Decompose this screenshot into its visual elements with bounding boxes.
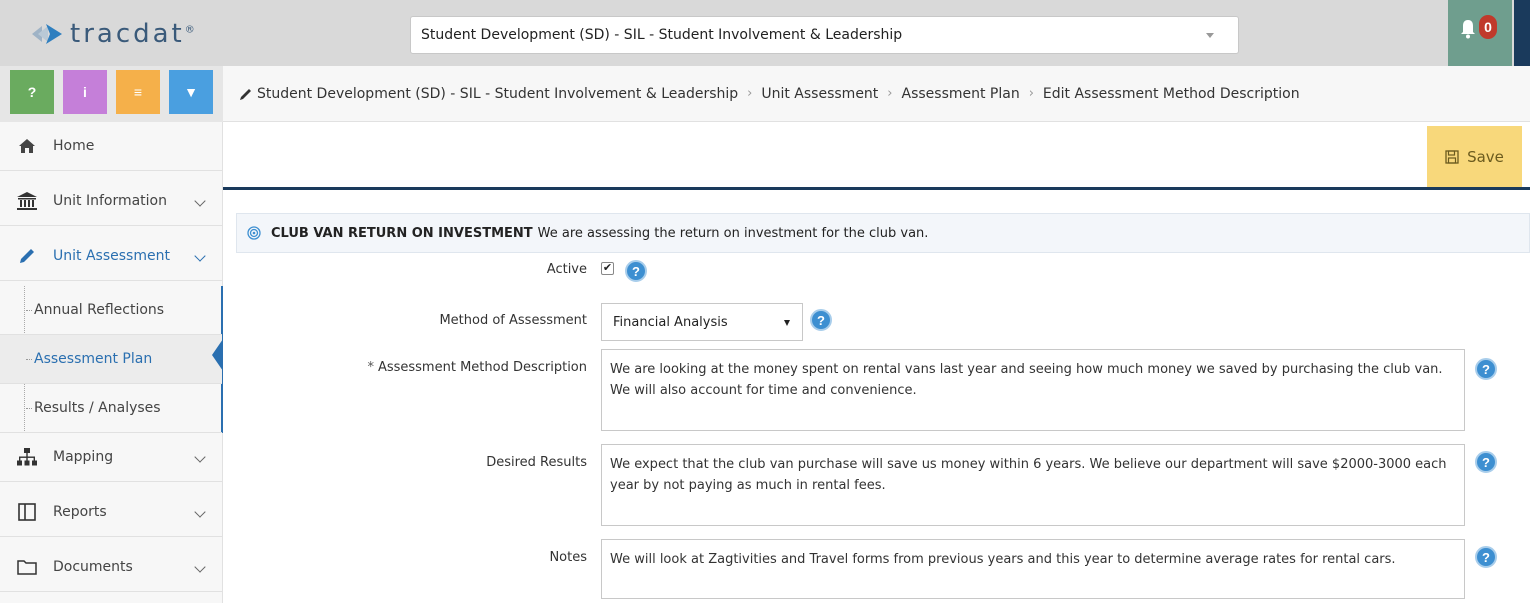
assessment-method-header: CLUB VAN RETURN ON INVESTMENT We are ass… xyxy=(236,213,1530,253)
sidebar-item-home[interactable]: Home xyxy=(0,122,222,171)
active-label: Active xyxy=(546,262,587,277)
breadcrumb-item-assessment-plan[interactable]: Assessment Plan xyxy=(902,86,1020,102)
chevron-down-icon xyxy=(194,250,206,262)
institution-icon xyxy=(16,190,38,212)
tree-branch xyxy=(26,310,32,311)
sidebar: ? i ≡ ▼ Home Unit Information Unit Asses… xyxy=(0,66,223,603)
description-help-icon[interactable]: ? xyxy=(1475,358,1497,380)
breadcrumb-item-unit-assessment[interactable]: Unit Assessment xyxy=(761,86,878,102)
method-of-assessment-label: Method of Assessment xyxy=(439,313,587,328)
method-name: CLUB VAN RETURN ON INVESTMENT xyxy=(271,225,533,241)
method-of-assessment-value: Financial Analysis xyxy=(613,314,728,330)
active-help-icon[interactable]: ? xyxy=(625,260,647,282)
chevron-down-icon xyxy=(194,451,206,463)
unit-selector-value: Student Development (SD) - SIL - Student… xyxy=(421,27,903,43)
chevron-right-icon: › xyxy=(887,86,893,101)
tracdat-logo-icon xyxy=(32,24,62,44)
chevron-down-icon xyxy=(1206,33,1214,38)
unit-selector-dropdown[interactable]: Student Development (SD) - SIL - Student… xyxy=(410,16,1239,54)
columns-icon xyxy=(16,501,38,523)
sidebar-item-label: Unit Information xyxy=(53,193,167,209)
pencil-icon xyxy=(16,245,38,267)
pencil-icon xyxy=(240,88,251,100)
folder-icon xyxy=(16,556,38,578)
method-help-icon[interactable]: ? xyxy=(810,309,832,331)
chevron-right-icon: › xyxy=(747,86,753,101)
notifications-button[interactable]: 0 xyxy=(1448,0,1512,66)
chevron-down-icon xyxy=(194,195,206,207)
notes-textarea[interactable]: We will look at Zagtivities and Travel f… xyxy=(601,539,1465,599)
sidebar-item-documents[interactable]: Documents xyxy=(0,543,222,592)
assessment-method-description-textarea[interactable]: We are looking at the money spent on ren… xyxy=(601,349,1465,431)
breadcrumb: Student Development (SD) - SIL - Student… xyxy=(223,66,1530,122)
sidebar-item-label: Unit Assessment xyxy=(53,248,170,264)
desired-results-textarea[interactable]: We expect that the club van purchase wil… xyxy=(601,444,1465,526)
help-quick-button[interactable]: ? xyxy=(10,70,54,114)
sidebar-item-label: Reports xyxy=(53,504,107,520)
save-button-label: Save xyxy=(1467,147,1504,166)
bell-icon xyxy=(1461,20,1475,39)
sidebar-item-label: Results / Analyses xyxy=(34,400,161,416)
desired-results-label: Desired Results xyxy=(486,455,587,470)
sidebar-subitem-results-analyses[interactable]: Results / Analyses xyxy=(0,384,222,433)
sidebar-item-unit-assessment[interactable]: Unit Assessment xyxy=(0,232,222,281)
method-of-assessment-select[interactable]: Financial Analysis xyxy=(601,303,803,341)
chevron-right-icon: › xyxy=(1028,86,1034,101)
sidebar-item-label: Home xyxy=(53,138,95,154)
notification-count-badge: 0 xyxy=(1479,15,1497,39)
label-text: Assessment Method Description xyxy=(377,360,587,375)
bullseye-icon xyxy=(247,226,261,240)
info-quick-button[interactable]: i xyxy=(63,70,107,114)
logo-text: tracdat® xyxy=(70,19,195,49)
required-marker: * xyxy=(367,360,374,375)
save-button[interactable]: Save xyxy=(1427,126,1522,187)
filter-quick-button[interactable]: ▼ xyxy=(169,70,213,114)
sidebar-item-label: Documents xyxy=(53,559,133,575)
sidebar-subitem-annual-reflections[interactable]: Annual Reflections xyxy=(0,286,222,335)
floppy-disk-icon xyxy=(1445,149,1459,164)
page-toolbar: Save xyxy=(223,122,1530,190)
sidebar-subitem-assessment-plan[interactable]: Assessment Plan xyxy=(0,335,222,384)
tracdat-logo[interactable]: tracdat® xyxy=(30,16,195,52)
chevron-down-icon xyxy=(194,506,206,518)
sidebar-item-label: Annual Reflections xyxy=(34,302,165,318)
breadcrumb-item-current: Edit Assessment Method Description xyxy=(1042,85,1300,102)
sidebar-item-label: Assessment Plan xyxy=(34,351,153,367)
assessment-method-description-label: * Assessment Method Description xyxy=(367,360,587,375)
notes-help-icon[interactable]: ? xyxy=(1475,546,1497,568)
sidebar-item-unit-information[interactable]: Unit Information xyxy=(0,177,222,226)
active-checkbox[interactable]: ✔ xyxy=(601,262,614,275)
active-item-pointer xyxy=(212,339,223,371)
notes-label: Notes xyxy=(549,550,587,565)
desired-results-help-icon[interactable]: ? xyxy=(1475,451,1497,473)
top-bar-edge xyxy=(1514,0,1530,66)
top-bar: tracdat® Student Development (SD) - SIL … xyxy=(0,0,1530,66)
quick-actions: ? i ≡ ▼ xyxy=(0,66,223,122)
sidebar-item-mapping[interactable]: Mapping xyxy=(0,433,222,482)
tree-branch xyxy=(26,359,32,360)
sidebar-item-reports[interactable]: Reports xyxy=(0,488,222,537)
home-icon xyxy=(16,135,38,157)
tree-branch xyxy=(26,408,32,409)
chevron-down-icon xyxy=(194,561,206,573)
sitemap-icon xyxy=(16,446,38,468)
caret-down-icon xyxy=(784,320,790,326)
list-quick-button[interactable]: ≡ xyxy=(116,70,160,114)
method-summary: We are assessing the return on investmen… xyxy=(537,225,929,241)
breadcrumb-item-unit[interactable]: Student Development (SD) - SIL - Student… xyxy=(257,86,738,102)
sidebar-item-label: Mapping xyxy=(53,449,114,465)
